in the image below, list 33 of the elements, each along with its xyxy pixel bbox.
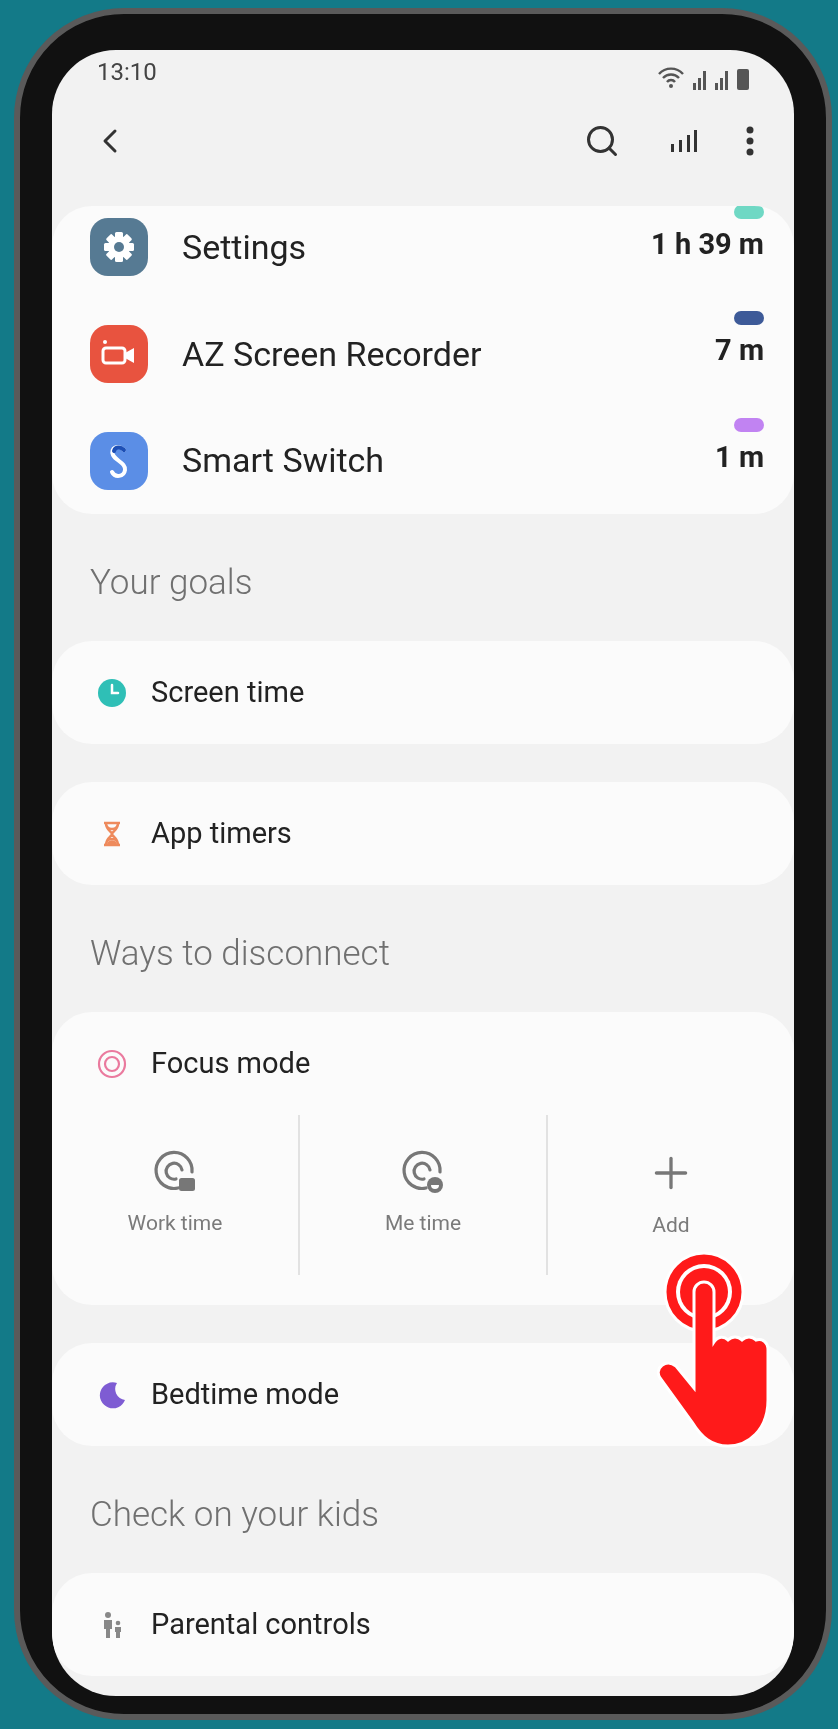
s-logo-icon: [90, 431, 148, 490]
video-camera-icon: [90, 325, 148, 383]
setting-card[interactable]: App timers: [52, 782, 794, 885]
focus-option[interactable]: Me time: [300, 1115, 546, 1275]
card-label: App timers: [151, 814, 292, 852]
app-usage-row[interactable]: Smart Switch 1 m: [52, 407, 794, 514]
moon-icon: [97, 1379, 127, 1410]
focus-option[interactable]: Add: [548, 1115, 794, 1275]
setting-card[interactable]: Parental controls: [52, 1573, 794, 1676]
section-heading: Ways to disconnect: [90, 932, 390, 977]
app-usage-row[interactable]: Settings 1 h 39 m: [52, 206, 794, 301]
target-icon: [97, 1048, 127, 1079]
battery-icon: [737, 68, 749, 90]
signal-icon: [693, 70, 707, 90]
status-time: 13:10: [97, 57, 157, 88]
search-button[interactable]: [584, 123, 620, 159]
more-options-button[interactable]: [746, 126, 754, 156]
section-heading: Check on your kids: [90, 1493, 379, 1538]
card-label: Screen time: [151, 673, 305, 711]
signal-icon: [715, 70, 729, 90]
app-usage-row[interactable]: AZ Screen Recorder 7 m: [52, 300, 794, 408]
search-icon: [584, 123, 620, 159]
gear-icon: [90, 218, 148, 277]
setting-card[interactable]: Screen time: [52, 641, 794, 744]
focus-option[interactable]: Work time: [52, 1115, 298, 1275]
wifi-icon: [657, 64, 685, 90]
more-options-icon: [746, 126, 754, 156]
card-label: Parental controls: [151, 1605, 371, 1643]
section-heading: Your goals: [90, 561, 253, 606]
card-label: Focus mode: [151, 1044, 311, 1082]
focus-mode-card[interactable]: Focus mode Work time Me time Add: [52, 1012, 794, 1305]
clock-icon: [97, 677, 127, 708]
card-label: Bedtime mode: [151, 1375, 340, 1413]
